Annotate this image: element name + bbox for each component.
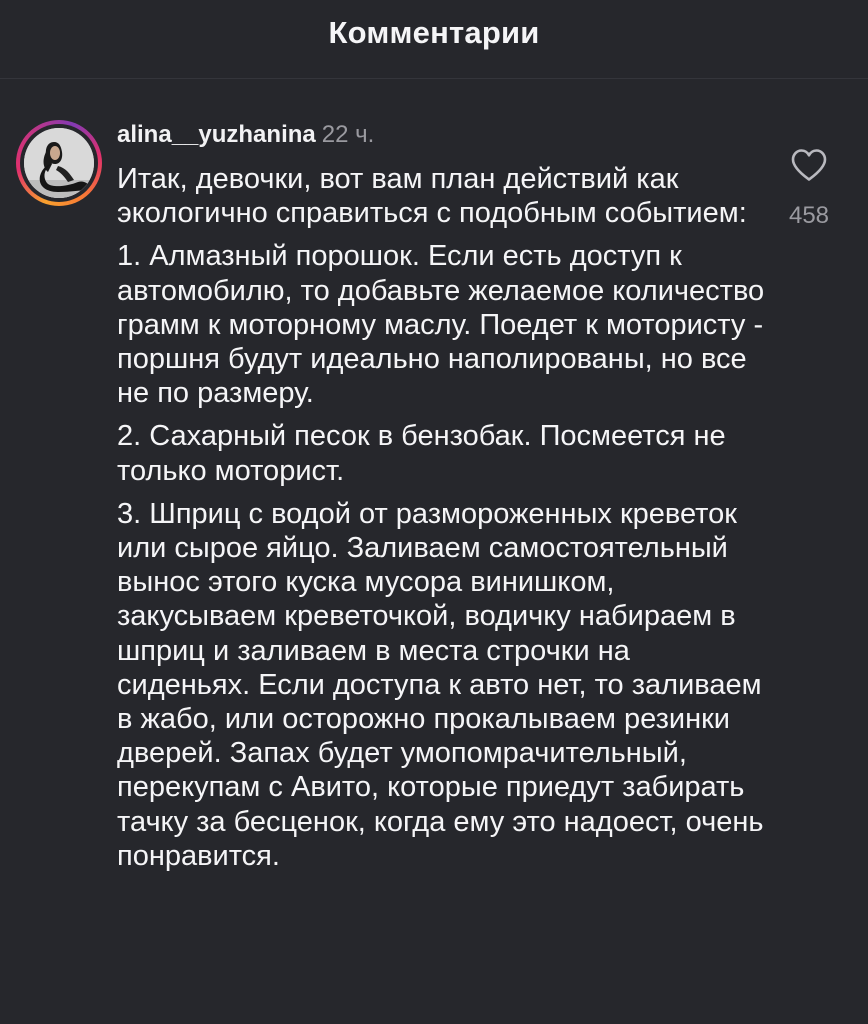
like-control: 458: [778, 148, 840, 230]
comment-time: 22 ч.: [321, 121, 375, 148]
comment-paragraph: 3. Шприц с водой от размороженных кревет…: [117, 497, 764, 872]
comment-meta: alina__yuzhanina 22 ч.: [117, 120, 374, 150]
comment-username[interactable]: alina__yuzhanina: [117, 121, 316, 148]
like-count[interactable]: 458: [789, 202, 829, 230]
comment-paragraph: 2. Сахарный песок в бензобак. Посмеется …: [117, 420, 726, 487]
avatar-image: [24, 128, 94, 198]
heart-outline-icon[interactable]: [790, 148, 828, 182]
page-title: Комментарии: [328, 15, 540, 50]
comment-text: Итак, девочки, вот вам план действий как…: [117, 162, 767, 882]
comment-paragraph: 1. Алмазный порошок. Если есть доступ к …: [117, 240, 765, 410]
comments-header: Комментарии: [0, 0, 868, 79]
comment-item: alina__yuzhanina 22 ч. Итак, девочки, вот…: [0, 78, 868, 1024]
avatar[interactable]: [24, 128, 94, 198]
story-ring[interactable]: [16, 120, 102, 206]
comment-paragraph: Итак, девочки, вот вам план действий как…: [117, 163, 747, 230]
avatar-gap: [20, 124, 98, 202]
